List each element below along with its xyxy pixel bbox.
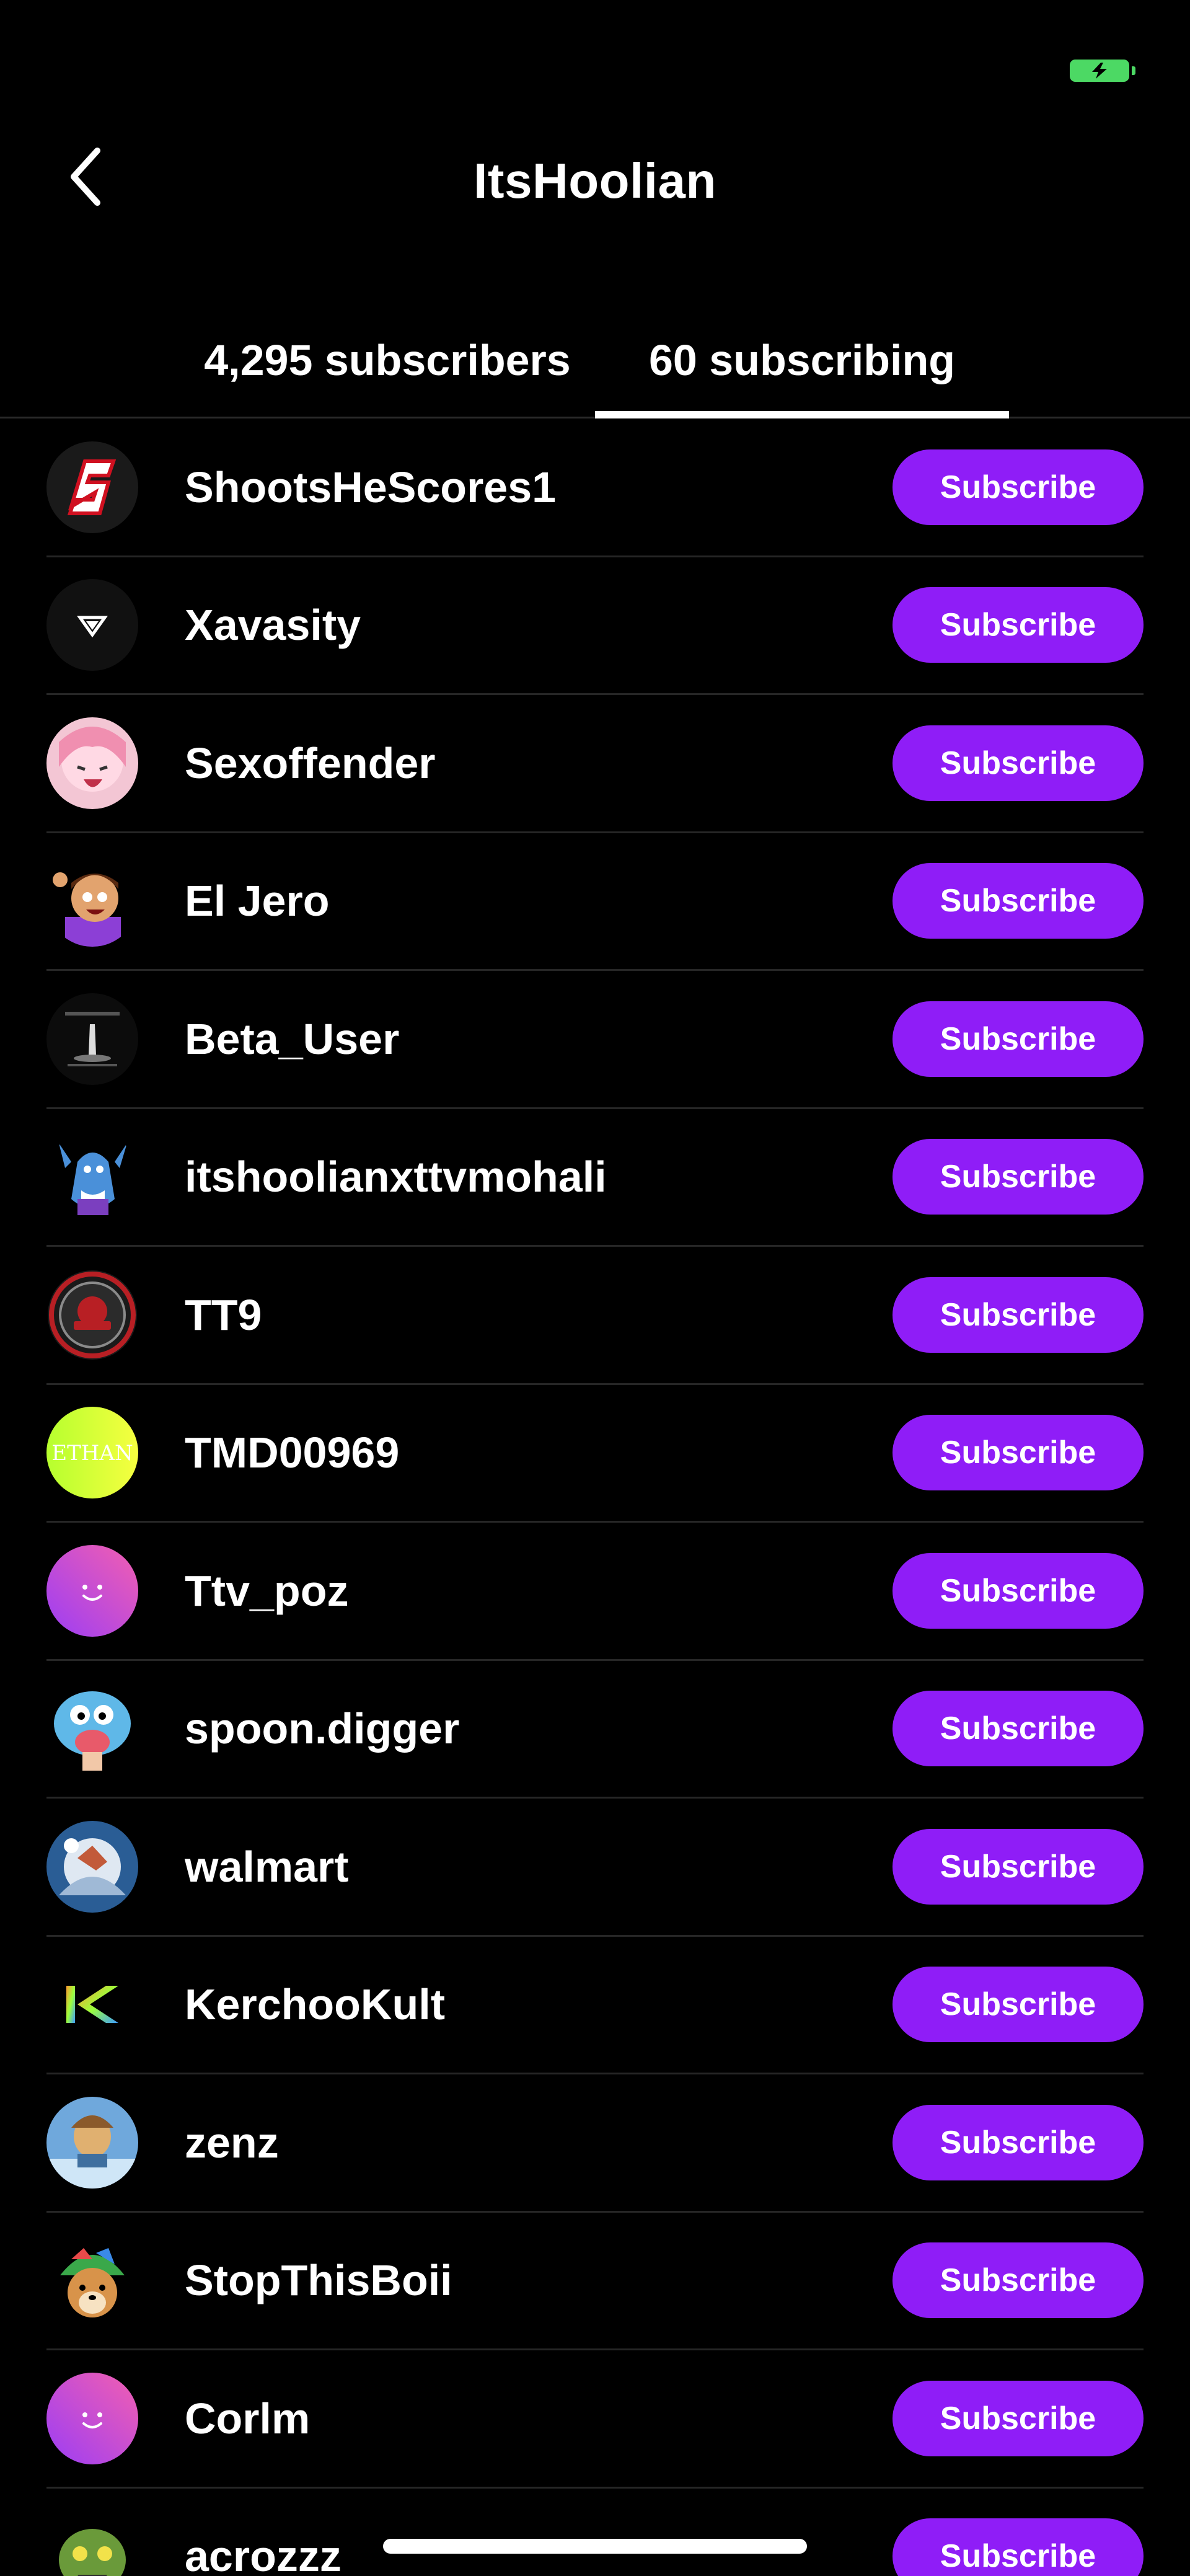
username: Sexoffender	[185, 738, 436, 787]
username: Ttv_poz	[185, 1566, 349, 1615]
subscribe-button[interactable]: Subscribe	[892, 2242, 1144, 2319]
active-tab-indicator	[595, 411, 1009, 418]
subscribe-button[interactable]: Subscribe	[892, 1415, 1144, 1491]
tab-bar: 4,295 subscribers 60 subscribing	[0, 285, 1190, 418]
list-item[interactable]: TT9 Subscribe	[46, 1247, 1144, 1385]
list-item[interactable]: Beta_User Subscribe	[46, 971, 1144, 1109]
page-title: ItsHoolian	[474, 153, 716, 208]
username: KerchooKult	[185, 1980, 445, 2029]
username: walmart	[185, 1842, 349, 1891]
avatar[interactable]	[46, 1544, 138, 1637]
status-bar	[0, 0, 1190, 118]
list-item[interactable]: KerchooKult Subscribe	[46, 1937, 1144, 2074]
list-item[interactable]: itshoolianxttvmohali Subscribe	[46, 1109, 1144, 1247]
subscribe-button[interactable]: Subscribe	[892, 2380, 1144, 2456]
list-item[interactable]: Sexoffender Subscribe	[46, 695, 1144, 833]
list-item[interactable]: ETHAN TMD00969 Subscribe	[46, 1385, 1144, 1523]
list-item[interactable]: Corlm Subscribe	[46, 2350, 1144, 2489]
username: Beta_User	[185, 1014, 400, 1063]
username: itshoolianxttvmohali	[185, 1153, 607, 1202]
avatar[interactable]	[46, 2510, 138, 2576]
screen: ItsHoolian 4,295 subscribers 60 subscrib…	[0, 0, 1190, 2576]
tab-subscribers[interactable]: 4,295 subscribers	[186, 285, 589, 417]
avatar[interactable]	[46, 441, 138, 533]
username: El Jero	[185, 877, 330, 926]
username: zenz	[185, 2118, 279, 2167]
list-item[interactable]: Xavasity Subscribe	[46, 557, 1144, 695]
tab-subscribing-label: 60 subscribing	[648, 336, 956, 384]
avatar[interactable]	[46, 1959, 138, 2051]
username: ShootsHeScores1	[185, 463, 557, 511]
subscribe-button[interactable]: Subscribe	[892, 863, 1144, 939]
avatar[interactable]	[46, 579, 138, 671]
list-item[interactable]: zenz Subscribe	[46, 2074, 1144, 2213]
username: TMD00969	[185, 1428, 400, 1477]
subscribe-button[interactable]: Subscribe	[892, 2518, 1144, 2576]
avatar[interactable]	[46, 717, 138, 809]
subscribing-list: ShootsHeScores1 Subscribe Xavasity Subsc…	[0, 419, 1190, 2576]
tab-subscribing[interactable]: 60 subscribing	[595, 285, 1009, 418]
avatar[interactable]	[46, 2234, 138, 2327]
subscribe-button[interactable]: Subscribe	[892, 1139, 1144, 1215]
avatar[interactable]	[46, 2096, 138, 2189]
list-item[interactable]: walmart Subscribe	[46, 1799, 1144, 1937]
username: TT9	[185, 1290, 262, 1339]
list-item[interactable]: acrozzz Subscribe	[46, 2489, 1144, 2576]
subscribe-button[interactable]: Subscribe	[892, 1691, 1144, 1767]
subscribe-button[interactable]: Subscribe	[892, 2104, 1144, 2180]
subscribe-button[interactable]: Subscribe	[892, 725, 1144, 801]
username: Corlm	[185, 2394, 311, 2443]
subscribe-button[interactable]: Subscribe	[892, 449, 1144, 525]
username: Xavasity	[185, 601, 361, 650]
subscribe-button[interactable]: Subscribe	[892, 587, 1144, 663]
username: StopThisBoii	[185, 2256, 452, 2305]
avatar[interactable]	[46, 855, 138, 947]
list-item[interactable]: Ttv_poz Subscribe	[46, 1523, 1144, 1661]
header: ItsHoolian	[0, 118, 1190, 260]
subscribe-button[interactable]: Subscribe	[892, 1277, 1144, 1353]
home-indicator[interactable]	[383, 2539, 807, 2554]
list-item[interactable]: El Jero Subscribe	[46, 833, 1144, 971]
avatar[interactable]	[46, 1683, 138, 1775]
subscribe-button[interactable]: Subscribe	[892, 1552, 1144, 1629]
username: acrozzz	[185, 2532, 342, 2576]
avatar[interactable]	[46, 993, 138, 1085]
avatar[interactable]	[46, 1269, 138, 1361]
subscribe-button[interactable]: Subscribe	[892, 1001, 1144, 1077]
username: spoon.digger	[185, 1704, 460, 1753]
subscribe-button[interactable]: Subscribe	[892, 1828, 1144, 1905]
avatar[interactable]: ETHAN	[46, 1407, 138, 1499]
list-item[interactable]: ShootsHeScores1 Subscribe	[46, 419, 1144, 557]
svg-text:ETHAN: ETHAN	[51, 1441, 133, 1466]
avatar[interactable]	[46, 1820, 138, 1913]
battery-charging-icon	[1070, 60, 1135, 82]
list-item[interactable]: StopThisBoii Subscribe	[46, 2213, 1144, 2350]
avatar[interactable]	[46, 1131, 138, 1223]
list-item[interactable]: spoon.digger Subscribe	[46, 1661, 1144, 1799]
subscribe-button[interactable]: Subscribe	[892, 1967, 1144, 2043]
avatar[interactable]	[46, 2372, 138, 2464]
